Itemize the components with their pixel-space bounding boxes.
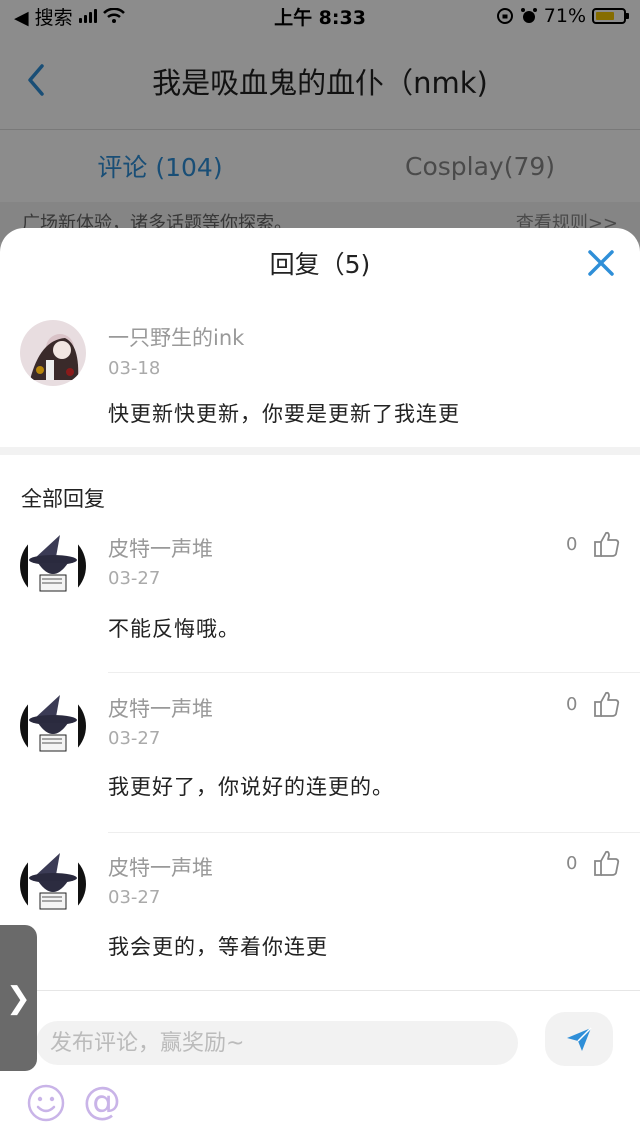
sheet-title: 回复（5) xyxy=(269,250,371,279)
reply-date: 03-27 xyxy=(108,887,161,908)
like-count: 0 xyxy=(566,534,578,555)
like-count: 0 xyxy=(566,853,578,874)
avatar-image xyxy=(20,533,86,599)
reply-item: 皮特一声堆 03-27 我更好了，你说好的连更的。 0 xyxy=(0,673,640,833)
avatar[interactable] xyxy=(20,533,86,599)
replier-name: 皮特一声堆 xyxy=(108,856,213,880)
send-button[interactable] xyxy=(545,1012,613,1066)
avatar[interactable] xyxy=(20,851,86,917)
side-drawer-handle[interactable]: ❯ xyxy=(0,925,37,1071)
mention-button[interactable]: @ xyxy=(83,1079,121,1123)
reply-date: 03-27 xyxy=(108,728,161,749)
reply-date: 03-27 xyxy=(108,568,161,589)
send-icon xyxy=(567,1027,592,1051)
all-replies-label: 全部回复 xyxy=(21,487,105,511)
sheet-header: 回复（5) xyxy=(0,228,640,298)
replier-name: 皮特一声堆 xyxy=(108,537,213,561)
comment-date: 03-18 xyxy=(108,358,161,379)
reply-item: 皮特一声堆 03-27 我会更的，等着你连更 0 xyxy=(0,833,640,993)
close-icon[interactable] xyxy=(586,248,616,278)
commenter-name: 一只野生的ink xyxy=(108,326,245,350)
avatar-image xyxy=(20,851,86,917)
avatar-image xyxy=(20,693,86,759)
thumbs-up-icon[interactable] xyxy=(592,689,622,719)
reply-content: 我会更的，等着你连更 xyxy=(108,935,328,959)
thumbs-up-icon[interactable] xyxy=(592,529,622,559)
comment-input-bar: @ xyxy=(0,990,640,1138)
comment-input[interactable] xyxy=(36,1021,518,1065)
avatar[interactable] xyxy=(20,320,86,386)
reply-content: 我更好了，你说好的连更的。 xyxy=(108,775,394,799)
avatar[interactable] xyxy=(20,693,86,759)
replier-name: 皮特一声堆 xyxy=(108,697,213,721)
reply-content: 不能反悔哦。 xyxy=(108,617,240,641)
thumbs-up-icon[interactable] xyxy=(592,848,622,878)
chevron-right-icon: ❯ xyxy=(5,980,32,1016)
reply-item: 皮特一声堆 03-27 不能反悔哦。 0 xyxy=(0,513,640,673)
smiley-icon[interactable] xyxy=(26,1083,66,1123)
avatar-image xyxy=(20,320,86,386)
comment-content: 快更新快更新，你要是更新了我连更 xyxy=(108,402,460,426)
main-comment: 一只野生的ink 03-18 快更新快更新，你要是更新了我连更 xyxy=(0,298,640,455)
like-count: 0 xyxy=(566,694,578,715)
